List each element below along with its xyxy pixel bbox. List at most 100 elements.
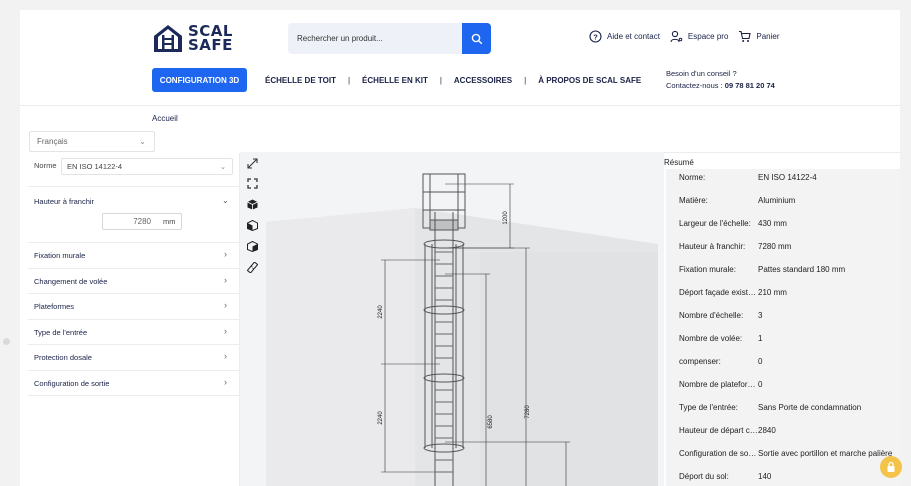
search-bar <box>288 23 491 54</box>
summary-row: Déport façade existante: 210 mm <box>679 288 787 297</box>
hauteur-field: mm <box>102 213 182 230</box>
nav-separator: | <box>439 75 442 85</box>
summary-row: Type de l'entrée: Sans Porte de condamnat… <box>679 403 861 412</box>
top-links: ? Aide et contact Espace pro Panier <box>589 30 790 43</box>
lock-icon <box>887 461 895 472</box>
chevron-right-icon: › <box>224 300 227 310</box>
summary-row: Hauteur à franchir: 7280 mm <box>679 242 791 251</box>
cart-label: Panier <box>756 32 780 41</box>
configuration-3d-button[interactable]: CONFIGURATION 3D <box>152 68 247 92</box>
pro-space-link[interactable]: Espace pro <box>670 30 728 43</box>
summary-value: 3 <box>758 311 763 320</box>
summary-key: Configuration de sortie: <box>679 449 758 458</box>
summary-key: Hauteur de départ crinoline: <box>679 426 758 435</box>
summary-row: Largeur de l'échelle: 430 mm <box>679 219 787 228</box>
summary-title: Résumé <box>664 158 694 167</box>
summary-key: compenser: <box>679 357 721 366</box>
viewer-toolbar <box>240 152 264 486</box>
section-type-entree[interactable]: Type de l'entrée › <box>28 320 239 345</box>
page-root: SCAL SAFE ? Aide et contact <box>20 10 900 486</box>
summary-list: Norme: EN ISO 14122-4 Matière: Aluminium L… <box>666 169 900 486</box>
config-panel: Norme EN ISO 14122-4 ⌄ Hauteur à franchi… <box>28 153 240 486</box>
chevron-right-icon: › <box>224 325 227 336</box>
section-configuration-sortie[interactable]: Configuration de sortie › <box>28 371 239 396</box>
dim-label: 1200 <box>503 211 509 225</box>
advice-contact-line: Contactez-nous : 09 78 81 20 74 <box>666 80 775 92</box>
section-fixation-murale[interactable]: Fixation murale › <box>28 243 239 269</box>
summary-value: 0 <box>758 357 763 366</box>
ruler-icon[interactable] <box>245 260 259 274</box>
summary-row: compenser: 0 <box>679 357 762 366</box>
expand-icon[interactable] <box>245 156 259 170</box>
fullscreen-icon[interactable] <box>245 176 259 190</box>
advice-contact: Besoin d'un conseil ? Contactez-nous : 0… <box>666 68 775 92</box>
summary-row: Nombre de plateforme: 0 <box>679 380 762 389</box>
norme-select[interactable]: EN ISO 14122-4 ⌄ <box>61 158 233 175</box>
help-circle-icon: ? <box>589 30 602 43</box>
cart-icon <box>739 30 752 42</box>
ladder-drawing: 1200 2240 2240 6580 7280 <box>266 173 658 486</box>
chevron-down-icon[interactable]: ⌄ <box>222 196 229 205</box>
cart-link[interactable]: Panier <box>738 30 780 43</box>
site-header: SCAL SAFE ? Aide et contact <box>20 10 900 106</box>
summary-key: Déport du sol: <box>679 472 729 481</box>
breadcrumb-home[interactable]: Accueil <box>152 114 178 123</box>
cube-solid-icon[interactable] <box>245 197 259 211</box>
norme-value: EN ISO 14122-4 <box>67 162 123 171</box>
summary-value: Sans Porte de condamnation <box>758 403 862 412</box>
chevron-right-icon: › <box>224 351 227 361</box>
scroll-indicator[interactable] <box>3 338 10 345</box>
wall-side <box>266 208 415 486</box>
pro-space-label: Espace pro <box>687 32 729 41</box>
summary-value: 210 mm <box>758 288 787 297</box>
advice-phone[interactable]: 09 78 81 20 74 <box>725 81 775 90</box>
chevron-right-icon: › <box>224 274 227 285</box>
house-ladder-logo-icon <box>154 25 182 52</box>
hauteur-label[interactable]: Hauteur à franchir <box>34 197 94 206</box>
section-protection-dosale[interactable]: Protection dosale › <box>28 345 239 371</box>
nav-item-roof-ladder[interactable]: ÉCHELLE DE TOIT <box>265 76 336 85</box>
cube-front-icon[interactable] <box>245 218 259 232</box>
section-label: Fixation murale <box>34 251 86 260</box>
language-select[interactable]: Français ⌄ <box>29 131 155 152</box>
summary-value: 430 mm <box>758 219 787 228</box>
summary-value: 1 <box>758 334 763 343</box>
chevron-down-icon: ⌄ <box>139 137 146 146</box>
search-button[interactable] <box>462 23 491 54</box>
summary-key: Déport façade existante: <box>679 288 758 297</box>
help-contact-link[interactable]: ? Aide et contact <box>589 30 660 43</box>
summary-value: Sortie avec portillon et marche palière <box>758 449 893 458</box>
cube-side-icon[interactable] <box>245 239 259 253</box>
chevron-right-icon: › <box>224 249 227 259</box>
section-changement-volee[interactable]: Changement de volée › <box>28 269 239 294</box>
summary-panel: Résumé Norme: EN ISO 14122-4 Matière: Alum… <box>664 152 900 486</box>
dim-label: 7280 <box>525 405 531 419</box>
summary-value: EN ISO 14122-4 <box>758 173 817 182</box>
norme-label: Norme <box>34 161 57 170</box>
nav-item-accessories[interactable]: ACCESSOIRES <box>454 76 512 85</box>
section-label: Protection dosale <box>34 353 92 362</box>
summary-key: Norme: <box>679 173 706 182</box>
summary-key: Hauteur à franchir: <box>679 242 746 251</box>
hauteur-input[interactable] <box>103 217 155 226</box>
accessibility-badge-icon[interactable] <box>880 456 902 478</box>
summary-value: 7280 mm <box>758 242 792 251</box>
advice-question: Besoin d'un conseil ? <box>666 69 737 78</box>
norme-row: Norme EN ISO 14122-4 ⌄ <box>28 153 239 187</box>
help-contact-label: Aide et contact <box>607 32 660 41</box>
nav-item-about[interactable]: À PROPOS DE SCAL SAFE <box>538 76 641 85</box>
section-label: Plateformes <box>34 302 75 311</box>
summary-value: Aluminium <box>758 196 796 205</box>
chevron-down-icon: ⌄ <box>219 162 226 171</box>
section-label: Type de l'entrée <box>34 327 88 337</box>
summary-row: Déport du sol: 140 <box>679 472 771 481</box>
3d-viewer[interactable]: 1200 2240 2240 6580 7280 <box>240 152 664 486</box>
search-input[interactable] <box>288 23 462 54</box>
nav-separator: | <box>347 75 351 85</box>
section-plateformes[interactable]: Plateformes › <box>28 294 239 320</box>
summary-key: Nombre de plateforme: <box>679 380 758 389</box>
wall-shade <box>480 252 658 486</box>
scal-safe-logo[interactable]: SCAL SAFE <box>152 22 233 54</box>
nav-item-kit-ladder[interactable]: ÉCHELLE EN KIT <box>362 76 428 85</box>
summary-row: Fixation murale: Pattes standard 180 mm <box>679 265 845 274</box>
